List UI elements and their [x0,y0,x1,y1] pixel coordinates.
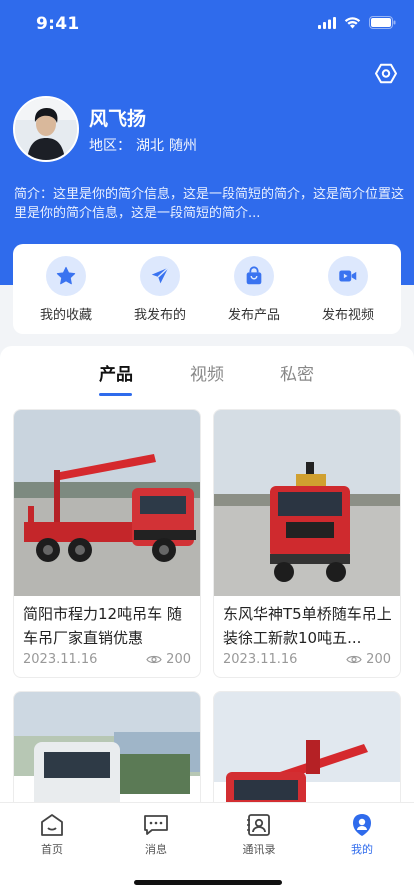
region-city: 随州 [169,138,197,154]
quick-actions-card: 我的收藏 我发布的 发布产品 发布视频 [13,244,401,334]
active-tab-indicator [99,393,132,396]
region-label: 地区： [89,138,131,154]
star-icon [46,255,86,296]
product-views-count: 200 [166,652,191,667]
contacts-icon [247,814,270,836]
product-date: 2023.11.16 [23,652,98,667]
home-indicator [134,880,282,885]
video-camera-icon [328,255,368,296]
status-time: 9:41 [36,14,80,34]
eye-icon [146,655,162,664]
shopping-bag-icon [234,255,274,296]
nav-label: 首页 [41,843,63,856]
nav-profile[interactable]: 我的 [327,813,397,857]
status-bar: 9:41 [0,0,414,48]
product-views: 200 [146,652,191,667]
settings-hexagon-icon [375,63,397,84]
profile-header: 9:41 风飞扬 地区： 湖北 随州 简介：这里是你的简介信息，这是一段简短的简… [0,0,414,285]
home-icon [41,814,63,836]
user-bio: 简介：这里是你的简介信息，这是一段简短的简介，这是简介位置这里是你的简介信息，这… [14,187,405,221]
product-card[interactable] [13,691,201,802]
tab-products[interactable]: 产品 [99,360,133,385]
signal-icon [318,16,336,29]
product-image [214,410,400,596]
message-icon [144,815,168,835]
product-views-count: 200 [366,652,391,667]
battery-icon [369,16,396,29]
quick-action-my-posts[interactable]: 我发布的 [115,255,205,323]
send-icon [140,255,180,296]
product-date: 2023.11.16 [223,652,298,667]
quick-action-label: 我发布的 [133,307,186,323]
nav-contacts[interactable]: 通讯录 [224,813,294,857]
settings-button[interactable] [372,60,400,88]
quick-action-label: 发布视频 [321,307,374,323]
tab-private[interactable]: 私密 [280,360,314,385]
product-card[interactable] [213,691,401,802]
tab-videos[interactable]: 视频 [190,360,224,385]
product-views: 200 [346,652,391,667]
user-name: 风飞扬 [89,108,147,130]
region-province: 湖北 [136,138,164,154]
product-card[interactable]: 东风华神T5单桥随车吊上装徐工新款10吨五... 2023.11.16 200 [213,409,401,678]
quick-action-label: 发布产品 [227,307,280,323]
wifi-icon [344,16,361,28]
nav-label: 我的 [351,843,373,856]
product-image [14,410,200,596]
eye-icon [346,655,362,664]
nav-label: 通讯录 [242,843,276,856]
quick-action-favorites[interactable]: 我的收藏 [21,255,111,323]
nav-label: 消息 [145,843,167,856]
status-icons [318,16,396,29]
product-card[interactable]: 简阳市程力12吨吊车 随车吊厂家直销优惠 2023.11.16 200 [13,409,201,678]
user-region: 地区： 湖北 随州 [89,135,197,155]
avatar[interactable] [13,96,79,162]
avatar-photo [15,98,77,160]
content-panel: 产品 视频 私密 简阳市程力12吨吊车 随车吊厂家直销优惠 2023.11.16 [0,346,414,802]
product-image [14,692,200,802]
product-title: 简阳市程力12吨吊车 随车吊厂家直销优惠 [23,605,182,647]
profile-icon [353,814,371,836]
product-image [214,692,400,802]
quick-action-publish-video[interactable]: 发布视频 [303,255,393,323]
nav-home[interactable]: 首页 [17,813,87,857]
nav-messages[interactable]: 消息 [121,813,191,857]
content-tabs: 产品 视频 私密 [0,360,414,398]
product-title: 东风华神T5单桥随车吊上装徐工新款10吨五... [223,605,392,647]
quick-action-label: 我的收藏 [39,307,92,323]
quick-action-publish-product[interactable]: 发布产品 [209,255,299,323]
